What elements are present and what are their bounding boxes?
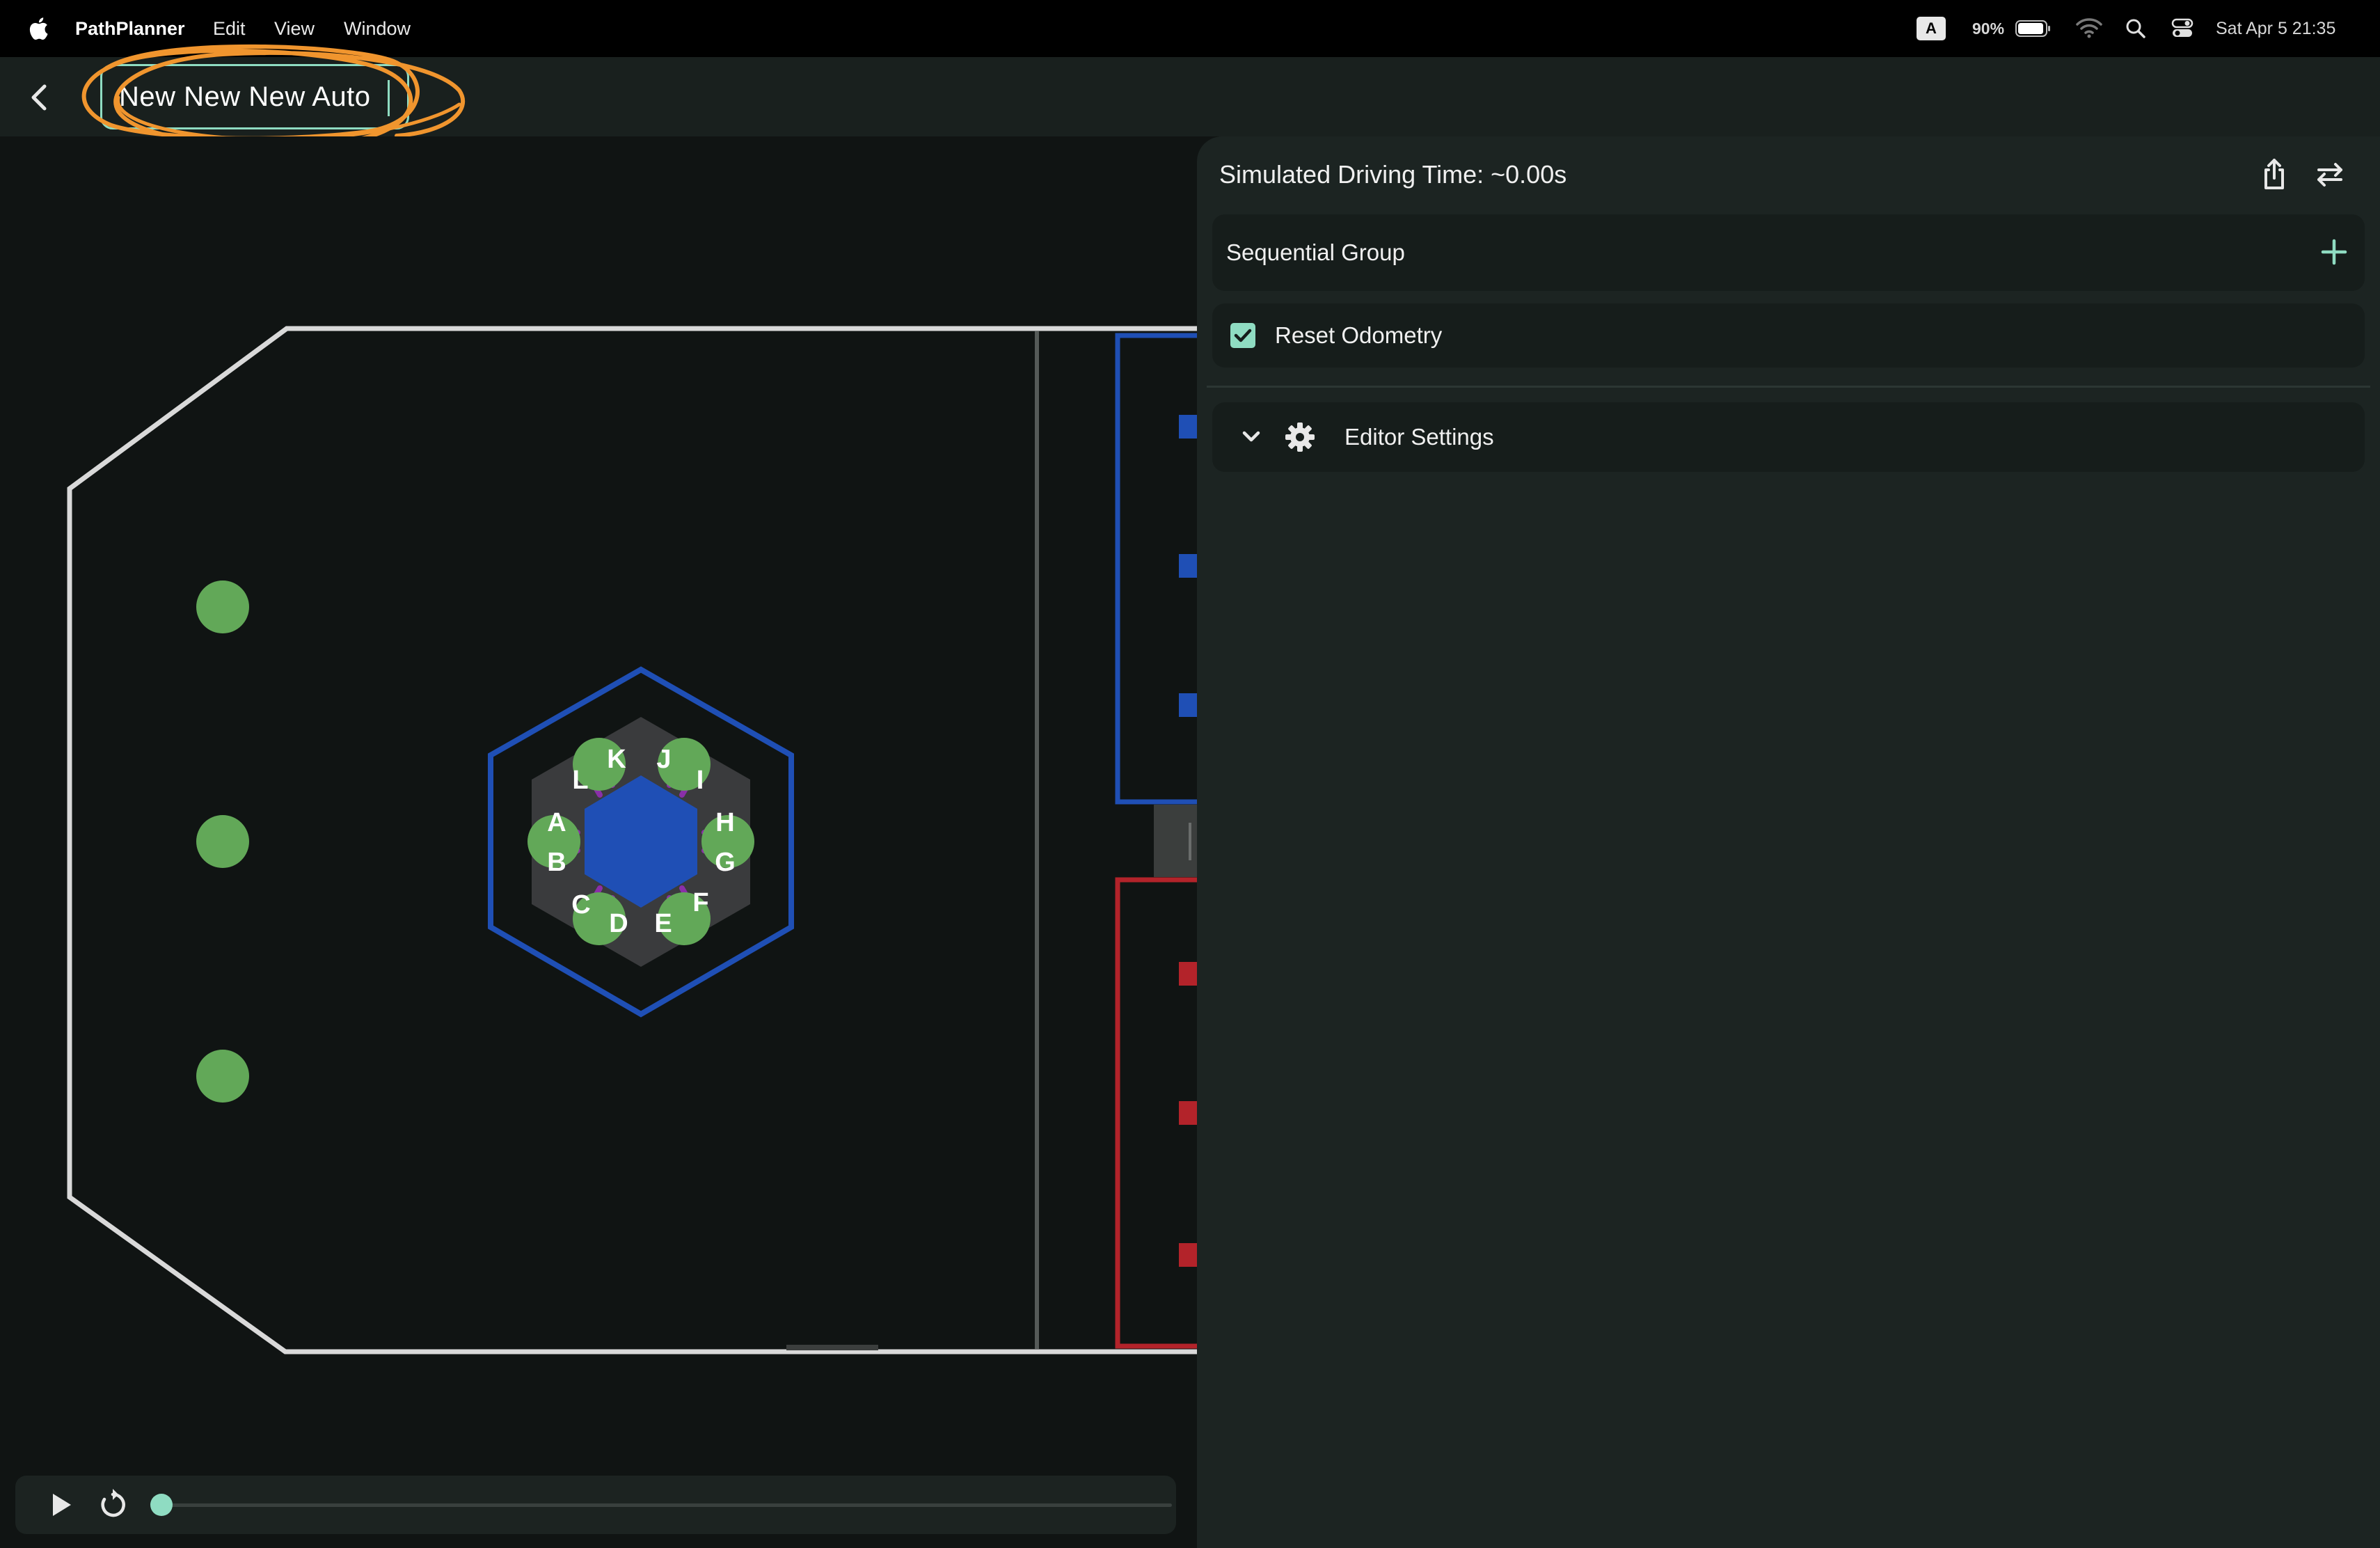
input-source-badge[interactable]: A: [1917, 17, 1946, 40]
reef-label-k: K: [607, 745, 626, 774]
reef-label-a: A: [547, 808, 566, 837]
share-icon: [2264, 159, 2284, 189]
blue-cage-1: [1179, 415, 1197, 439]
share-button[interactable]: [2255, 155, 2294, 194]
field-view[interactable]: A B C D E F G H I J K L: [0, 136, 1197, 1548]
editor-settings-label: Editor Settings: [1344, 424, 1494, 450]
reef-label-h: H: [715, 808, 734, 837]
reef-label-g: G: [715, 848, 736, 877]
reef-label-f: F: [692, 888, 708, 917]
restart-icon: [101, 1489, 125, 1517]
play-icon: [53, 1494, 71, 1516]
chevron-down-icon[interactable]: [1233, 419, 1269, 455]
reset-odometry-label: Reset Odometry: [1275, 322, 1443, 348]
reef-label-i: I: [697, 766, 704, 795]
gear-icon: [1285, 422, 1315, 452]
menu-datetime[interactable]: Sat Apr 5 21:35: [2216, 0, 2335, 57]
reef-label-d: D: [609, 909, 628, 938]
reef-label-c: C: [571, 890, 590, 919]
checkbox-icon: [1234, 329, 1252, 342]
search-icon[interactable]: [2125, 18, 2146, 39]
swap-button[interactable]: [2310, 155, 2349, 194]
menu-view[interactable]: View: [274, 0, 315, 57]
red-cage-1: [1179, 962, 1197, 986]
auto-name-input[interactable]: New New New Auto: [100, 64, 409, 129]
staged-algae-1[interactable]: [196, 580, 249, 633]
timeline-scrubber-thumb[interactable]: [150, 1494, 173, 1516]
playback-bar: [15, 1476, 1176, 1534]
auto-editor-panel: Simulated Driving Time: ~0.00s Sequentia…: [1197, 136, 2380, 1548]
editor-settings-expander[interactable]: Editor Settings: [1212, 402, 2365, 472]
apple-icon[interactable]: [28, 17, 49, 40]
timeline-scrubber[interactable]: [159, 1503, 1172, 1507]
input-source-label: A: [1926, 19, 1937, 37]
text-caret: [388, 80, 390, 116]
reset-odometry-checkbox[interactable]: [1230, 323, 1255, 348]
blue-cage-3: [1179, 693, 1197, 717]
reef-label-e: E: [654, 909, 672, 938]
add-icon: [2321, 239, 2347, 265]
staged-algae-2[interactable]: [196, 815, 249, 868]
reset-odometry-card[interactable]: Reset Odometry: [1212, 303, 2365, 368]
reef-label-b: B: [547, 848, 566, 877]
restart-button[interactable]: [95, 1487, 131, 1523]
battery-icon[interactable]: [2015, 19, 2052, 38]
red-cage-2: [1179, 1101, 1197, 1125]
field-bottom-marker: [786, 1345, 878, 1350]
staged-algae-3[interactable]: [196, 1050, 249, 1103]
back-button[interactable]: [21, 78, 60, 117]
play-button[interactable]: [43, 1488, 77, 1522]
menu-bar: PathPlanner Edit View Window A 90% Sat A…: [0, 0, 2380, 57]
menu-app-name[interactable]: PathPlanner: [75, 0, 185, 57]
blue-cage-2: [1179, 554, 1197, 578]
control-center-icon[interactable]: [2171, 17, 2193, 39]
menu-edit[interactable]: Edit: [213, 0, 246, 57]
simulated-driving-time: Simulated Driving Time: ~0.00s: [1219, 160, 1567, 189]
menu-window[interactable]: Window: [344, 0, 411, 57]
red-cage-3: [1179, 1243, 1197, 1267]
battery-percent: 90%: [1972, 19, 2005, 38]
barge-divider: [1189, 823, 1191, 860]
add-command-button[interactable]: [2315, 232, 2354, 271]
reef-label-j: J: [656, 745, 671, 774]
swap-icon: [2317, 163, 2342, 187]
panel-divider: [1207, 386, 2370, 388]
auto-name-value: New New New Auto: [119, 81, 371, 112]
sequential-group-label: Sequential Group: [1226, 239, 1405, 265]
wifi-icon[interactable]: [2075, 17, 2103, 39]
reef: A B C D E F G H I J K L: [488, 666, 794, 1018]
sequential-group-card[interactable]: Sequential Group: [1212, 214, 2365, 291]
reef-label-l: L: [572, 766, 588, 795]
field-canvas[interactable]: A B C D E F G H I J K L: [0, 136, 1197, 1548]
